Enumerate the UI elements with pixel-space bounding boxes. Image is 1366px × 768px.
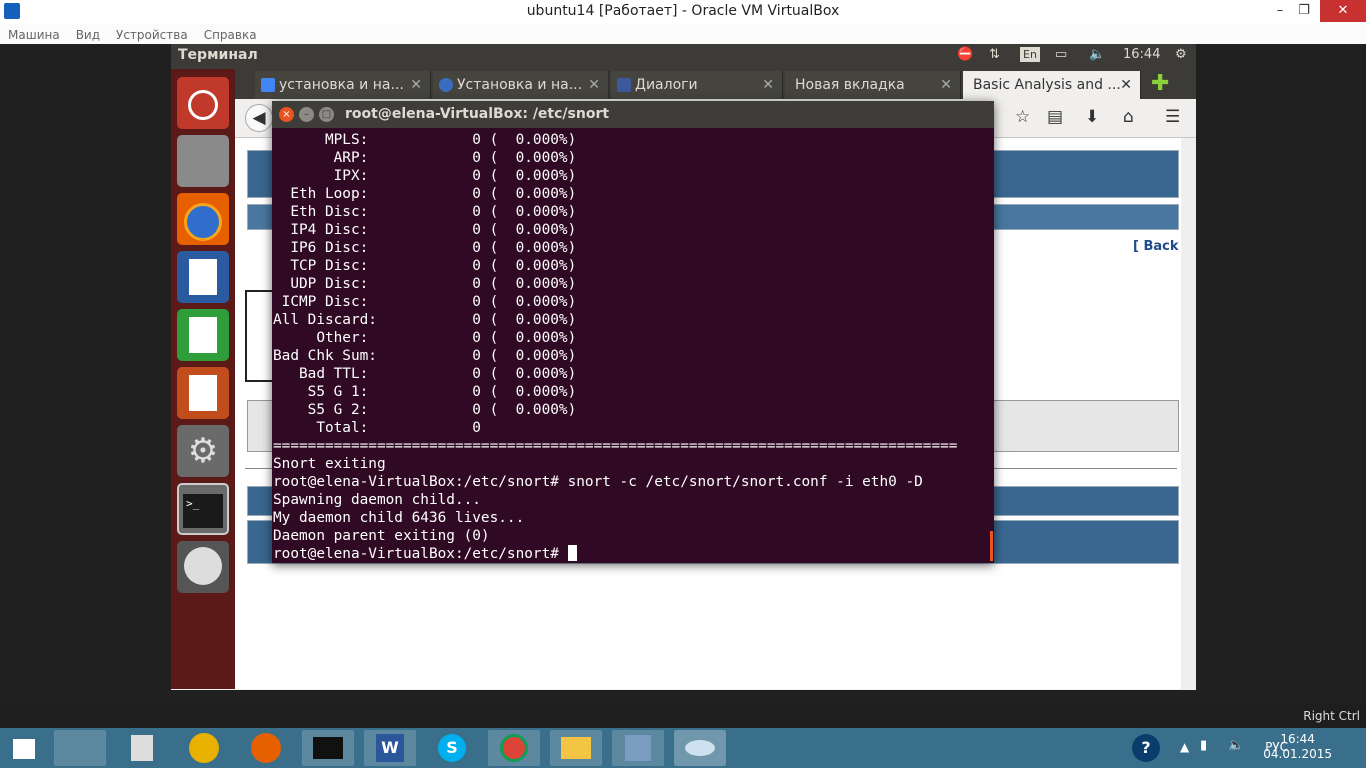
- horizontal-scrollbar[interactable]: [171, 689, 1196, 690]
- panel-clock[interactable]: 16:44: [1123, 47, 1160, 62]
- maximize-window-icon[interactable]: □: [319, 107, 334, 122]
- ubuntu-top-panel: Терминал ⛔ ⇅ En ▭ 🔈 16:44 ⚙: [171, 44, 1196, 69]
- host-menubar: Машина Вид Устройства Справка: [0, 24, 1366, 44]
- tab-label: Диалоги: [635, 77, 698, 93]
- volume-icon[interactable]: 🔈: [1089, 47, 1105, 62]
- site-icon: [439, 78, 453, 92]
- virtualbox-taskbar-icon[interactable]: [612, 730, 664, 766]
- tab-close-icon[interactable]: ✕: [940, 71, 952, 99]
- tab-1[interactable]: установка и на... ✕: [255, 71, 431, 99]
- cmd-icon[interactable]: [302, 730, 354, 766]
- transfer-icon[interactable]: ⇅: [989, 47, 1000, 62]
- home-icon[interactable]: ⌂: [1123, 107, 1134, 127]
- clock-time: 16:44: [1280, 732, 1315, 746]
- windows-taskbar: W S ? ▲ ▮ 🔈 РУС 16:44 04.01.2015: [0, 728, 1366, 768]
- calculator-icon[interactable]: [116, 730, 168, 766]
- keyboard-layout-indicator[interactable]: En: [1020, 47, 1040, 62]
- firefox-icon[interactable]: [177, 193, 229, 245]
- tab-strip: установка и на... ✕ Установка и на... ✕ Ди…: [235, 69, 1196, 99]
- speaker-icon[interactable]: 🔈: [1228, 738, 1244, 753]
- tab-label: Новая вкладка: [795, 77, 905, 93]
- menu-devices[interactable]: Устройства: [108, 26, 196, 43]
- active-app-title: Терминал: [178, 47, 258, 63]
- impress-icon[interactable]: [177, 367, 229, 419]
- host-titlebar: ubuntu14 [Работает] - Oracle VM VirtualB…: [0, 0, 1366, 25]
- back-arrow-icon[interactable]: ◀: [245, 104, 273, 132]
- tab-3[interactable]: Диалоги ✕: [611, 71, 783, 99]
- tab-label: Установка и на...: [457, 77, 583, 93]
- tab-close-icon[interactable]: ✕: [1120, 71, 1132, 99]
- vertical-scrollbar[interactable]: [1181, 138, 1196, 690]
- calc-icon[interactable]: [177, 309, 229, 361]
- settings-gear-icon[interactable]: ⚙: [1175, 47, 1187, 62]
- terminal-cursor: [567, 545, 577, 561]
- bookmark-star-icon[interactable]: ☆: [1015, 107, 1030, 127]
- restore-button[interactable]: ❐: [1284, 0, 1324, 22]
- tab-close-icon[interactable]: ✕: [588, 71, 600, 99]
- new-tab-plus-icon[interactable]: ✚: [1151, 71, 1169, 96]
- menu-view[interactable]: Вид: [68, 26, 108, 43]
- system-settings-icon[interactable]: ⚙: [177, 425, 229, 477]
- chrome-icon[interactable]: [488, 730, 540, 766]
- word-icon[interactable]: W: [364, 730, 416, 766]
- terminal-window[interactable]: × – □ root@elena-VirtualBox: /etc/snort …: [272, 101, 994, 563]
- skype-icon[interactable]: S: [426, 730, 478, 766]
- download-icon[interactable]: ⬇: [1085, 107, 1099, 127]
- files-icon[interactable]: [177, 135, 229, 187]
- dvd-icon[interactable]: [177, 541, 229, 593]
- vm-viewer-icon[interactable]: [674, 730, 726, 766]
- menu-help[interactable]: Справка: [196, 26, 265, 43]
- menu-hamburger-icon[interactable]: ☰: [1165, 107, 1180, 127]
- back-link[interactable]: [ Back: [1133, 239, 1179, 254]
- firefox-host-icon[interactable]: [240, 730, 292, 766]
- vbox-status-bar: Right Ctrl: [0, 704, 1366, 728]
- dialog-icon: [617, 78, 631, 92]
- ubuntu-dash-icon[interactable]: [177, 77, 229, 129]
- tray-arrow-icon[interactable]: ▲: [1180, 740, 1189, 754]
- terminal-scroll-indicator[interactable]: [990, 531, 993, 561]
- windows-start-icon[interactable]: [2, 730, 46, 766]
- terminal-title: root@elena-VirtualBox: /etc/snort: [345, 106, 610, 122]
- signal-icon[interactable]: ▮: [1200, 738, 1207, 753]
- help-icon[interactable]: ?: [1132, 734, 1160, 762]
- terminal-icon[interactable]: >_: [177, 483, 229, 535]
- system-clock[interactable]: 16:44 04.01.2015: [1263, 732, 1332, 762]
- terminal-titlebar[interactable]: × – □ root@elena-VirtualBox: /etc/snort: [272, 101, 994, 128]
- tab-5-active[interactable]: Basic Analysis and ... ✕: [963, 71, 1141, 99]
- tab-4[interactable]: Новая вкладка ✕: [785, 71, 961, 99]
- minimize-window-icon[interactable]: –: [299, 107, 314, 122]
- menu-machine[interactable]: Машина: [0, 26, 68, 43]
- tab-label: Basic Analysis and ...: [973, 77, 1121, 93]
- close-window-icon[interactable]: ×: [279, 107, 294, 122]
- terminal-output[interactable]: MPLS: 0 ( 0.000%) ARP: 0 ( 0.000%) IPX: …: [273, 131, 993, 561]
- window-title: ubuntu14 [Работает] - Oracle VM VirtualB…: [526, 3, 840, 19]
- reading-list-icon[interactable]: ▤: [1047, 107, 1063, 127]
- tab-label: установка и на...: [279, 77, 404, 93]
- host-key-label: Right Ctrl: [1303, 709, 1360, 723]
- battery-icon[interactable]: ▭: [1055, 47, 1067, 62]
- network-error-icon[interactable]: ⛔: [957, 47, 973, 62]
- paint-icon[interactable]: [54, 730, 106, 766]
- terminal-prompt[interactable]: root@elena-VirtualBox:/etc/snort#: [273, 546, 568, 561]
- tab-2[interactable]: Установка и на... ✕: [433, 71, 609, 99]
- close-button[interactable]: ✕: [1320, 0, 1366, 22]
- clock-date: 04.01.2015: [1263, 747, 1332, 761]
- explorer-folder-icon[interactable]: [550, 730, 602, 766]
- writer-icon[interactable]: [177, 251, 229, 303]
- tab-close-icon[interactable]: ✕: [410, 71, 422, 99]
- tab-close-icon[interactable]: ✕: [762, 71, 774, 99]
- google-icon: [261, 78, 275, 92]
- unity-launcher: ⚙ >_: [171, 69, 235, 690]
- media-player-icon[interactable]: [178, 730, 230, 766]
